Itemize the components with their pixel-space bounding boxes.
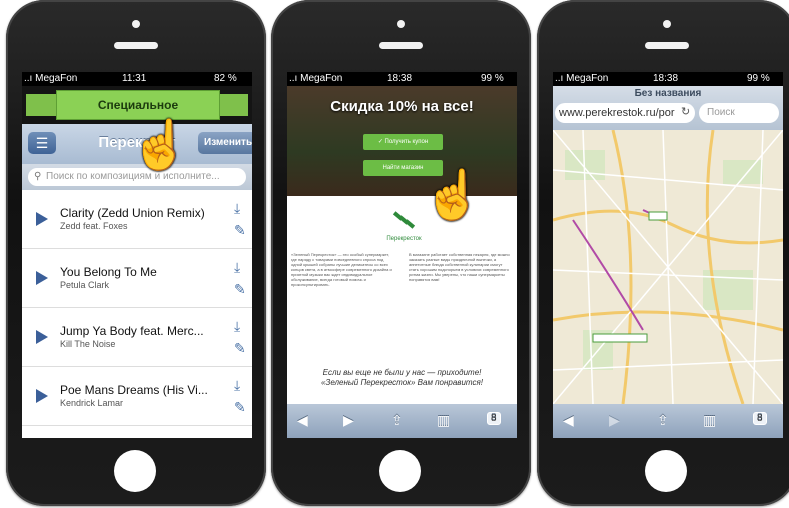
list-item[interactable]: Poe Mans Dreams (His Vi... Kendrick Lama… <box>22 367 252 426</box>
status-bar: ..ı MegaFon 18:38 99 % <box>287 72 517 86</box>
share-icon[interactable]: ⇪ <box>391 412 403 429</box>
city-map[interactable] <box>553 130 783 404</box>
clock-label: 18:38 <box>387 73 413 84</box>
page-title: Без названия <box>634 88 702 99</box>
list-item[interactable]: You Belong To Me Petula Clark ⤓ ✎ <box>22 249 252 308</box>
edit-pencil-icon[interactable]: ✎ <box>234 281 246 298</box>
back-icon[interactable]: ◀ <box>297 412 308 429</box>
camera-icon <box>663 20 671 28</box>
tap-hand-icon: ☝ <box>423 169 483 222</box>
carrier-label: ..ı MegaFon <box>555 73 609 84</box>
phone-frame-1: ..ı MegaFon 11:31 82 % Специальное предл… <box>6 0 266 506</box>
slogan-line-2: «Зеленый Перекресток» Вам понравится! <box>320 378 483 387</box>
share-icon[interactable]: ⇪ <box>657 412 669 429</box>
track-artist: Kendrick Lamar <box>60 398 124 408</box>
track-artist: Zedd feat. Foxes <box>60 221 128 231</box>
tap-hand-icon: ☝ <box>130 119 190 172</box>
promo-headline: Скидка 10% на все! <box>330 98 474 115</box>
camera-icon <box>397 20 405 28</box>
play-icon[interactable] <box>36 389 48 403</box>
get-coupon-button[interactable]: ✓ Получить купон <box>363 134 443 150</box>
play-icon[interactable] <box>36 271 48 285</box>
edit-pencil-icon[interactable]: ✎ <box>234 222 246 239</box>
speaker-grille <box>114 42 158 49</box>
reload-icon[interactable]: ↻ <box>681 105 690 118</box>
text-column-right: В магазине работает собственная пекарня,… <box>409 252 510 282</box>
forward-icon[interactable]: ▶ <box>343 412 354 429</box>
browser-toolbar: ◀ ▶ ⇪ ▥ 8 <box>553 404 783 438</box>
search-icon: ⚲ <box>34 171 42 182</box>
status-bar: ..ı MegaFon 18:38 99 % <box>553 72 783 86</box>
tabs-icon[interactable]: 8 <box>753 412 767 425</box>
phone-frame-2: ..ı MegaFon 18:38 99 % Скидка 10% на все… <box>271 0 531 506</box>
list-item[interactable]: Clarity (Zedd Union Remix) Zedd feat. Fo… <box>22 190 252 249</box>
track-title: Poe Mans Dreams (His Vi... <box>60 383 208 397</box>
home-button[interactable] <box>379 450 421 492</box>
list-item[interactable]: Jump Ya Body feat. Merc... Kill The Nois… <box>22 308 252 367</box>
screen-music-app: ..ı MegaFon 11:31 82 % Специальное предл… <box>22 72 252 438</box>
ribbon-right-wing <box>218 94 248 116</box>
play-icon[interactable] <box>36 212 48 226</box>
download-icon[interactable]: ⤓ <box>234 318 240 335</box>
track-title: Jump Ya Body feat. Merc... <box>60 324 204 338</box>
track-title: You Belong To Me <box>60 265 157 279</box>
menu-icon[interactable]: ☰ <box>28 132 56 154</box>
clock-label: 18:38 <box>653 73 679 84</box>
text-column-left: «Зеленый Перекресток» — это особый супер… <box>291 252 392 287</box>
slogan: Если вы еще не были у нас — приходите! «… <box>287 368 517 388</box>
track-artist: Petula Clark <box>60 280 110 290</box>
home-button[interactable] <box>114 450 156 492</box>
battery-label: 99 % <box>747 73 770 84</box>
speaker-grille <box>379 42 423 49</box>
promo-body: Перекресток «Зеленый Перекресток» — это … <box>287 196 517 404</box>
download-icon[interactable]: ⤓ <box>234 200 240 217</box>
back-icon[interactable]: ◀ <box>563 412 574 429</box>
url-field[interactable]: www.perekrestok.ru/por <box>555 103 695 123</box>
tabs-icon[interactable]: 8 <box>487 412 501 425</box>
logo-label: Перекресток <box>386 236 422 242</box>
forward-icon[interactable]: ▶ <box>609 412 620 429</box>
carrier-label: ..ı MegaFon <box>24 73 78 84</box>
phone-frame-3: ..ı MegaFon 18:38 99 % Без названия www.… <box>537 0 789 506</box>
battery-label: 99 % <box>481 73 504 84</box>
screen-map-page: ..ı MegaFon 18:38 99 % Без названия www.… <box>553 72 783 438</box>
home-button[interactable] <box>645 450 687 492</box>
bookmarks-icon[interactable]: ▥ <box>703 412 716 429</box>
browser-header: Без названия www.perekrestok.ru/por ↻ По… <box>553 86 783 130</box>
track-artist: Kill The Noise <box>60 339 116 349</box>
status-bar: ..ı MegaFon 11:31 82 % <box>22 72 252 86</box>
download-icon[interactable]: ⤓ <box>234 377 240 394</box>
battery-label: 82 % <box>214 73 237 84</box>
edit-pencil-icon[interactable]: ✎ <box>234 399 246 416</box>
edit-button[interactable]: Изменить <box>198 132 252 154</box>
edit-pencil-icon[interactable]: ✎ <box>234 340 246 357</box>
speaker-grille <box>645 42 689 49</box>
download-icon[interactable]: ⤓ <box>234 259 240 276</box>
track-list: Clarity (Zedd Union Remix) Zedd feat. Fo… <box>22 190 252 426</box>
carrier-label: ..ı MegaFon <box>289 73 343 84</box>
slogan-line-1: Если вы еще не были у нас — приходите! <box>322 368 482 377</box>
ribbon-left-wing <box>26 94 56 116</box>
play-icon[interactable] <box>36 330 48 344</box>
camera-icon <box>132 20 140 28</box>
perekrestok-logo-icon <box>392 211 416 229</box>
search-input[interactable]: Поиск <box>699 103 779 123</box>
browser-toolbar: ◀ ▶ ⇪ ▥ 8 <box>287 404 517 438</box>
screen-promo-page: ..ı MegaFon 18:38 99 % Скидка 10% на все… <box>287 72 517 438</box>
track-title: Clarity (Zedd Union Remix) <box>60 206 205 220</box>
bookmarks-icon[interactable]: ▥ <box>437 412 450 429</box>
clock-label: 11:31 <box>122 73 147 84</box>
